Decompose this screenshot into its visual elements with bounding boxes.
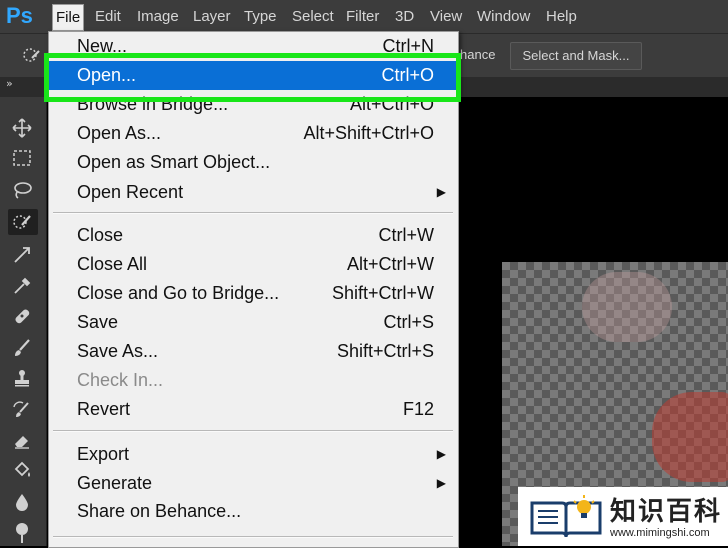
file-menu-dropdown: New... Ctrl+N Open... Ctrl+O Browse in B… (48, 31, 459, 548)
menu-type[interactable]: Type (244, 0, 277, 33)
quick-selection-icon[interactable] (8, 209, 38, 235)
quick-selection-icon[interactable] (22, 46, 42, 70)
paint-bucket-icon[interactable] (8, 457, 38, 483)
menu-view[interactable]: View (430, 0, 462, 33)
brush-icon[interactable] (8, 335, 38, 361)
menu-item-share-on-behance[interactable]: Share on Behance... (49, 497, 458, 526)
menu-item-save[interactable]: Save Ctrl+S (49, 308, 458, 337)
menu-edit[interactable]: Edit (95, 0, 121, 33)
submenu-arrow-icon: ▶ (436, 185, 446, 199)
menu-separator (53, 212, 453, 214)
book-lightbulb-icon (528, 493, 604, 545)
share-behance-partial[interactable]: hance (460, 47, 495, 62)
menu-item-open-recent[interactable]: Open Recent ▶ (49, 178, 458, 207)
photoshop-logo: Ps (6, 3, 33, 28)
menu-separator (53, 536, 453, 538)
menu-file[interactable]: File (52, 4, 85, 31)
eyedropper-icon[interactable] (8, 273, 38, 299)
menu-item-close[interactable]: Close Ctrl+W (49, 221, 458, 250)
menu-item-check-in: Check In... (77, 370, 164, 390)
image-red-region (652, 392, 728, 482)
history-brush-icon[interactable] (8, 397, 38, 423)
image-blur-region (582, 272, 672, 342)
select-and-mask-button[interactable]: Select and Mask... (510, 42, 642, 70)
menu-select[interactable]: Select (292, 0, 334, 33)
watermark-title: 知识百科 (610, 497, 723, 527)
blur-icon[interactable] (8, 489, 38, 515)
tools-panel (0, 97, 47, 546)
submenu-arrow-icon: ▶ (436, 476, 446, 490)
menu-item-generate[interactable]: Generate ▶ (49, 469, 458, 498)
watermark: 知识百科 www.mimingshi.com (518, 487, 728, 546)
move-icon[interactable] (8, 115, 38, 141)
menu-item-save-as[interactable]: Save As... Shift+Ctrl+S (49, 337, 458, 366)
clone-stamp-icon[interactable] (8, 365, 38, 391)
menu-window[interactable]: Window (477, 0, 530, 33)
menu-bar: Ps File Edit Image Layer Type Select Fil… (0, 0, 728, 33)
menu-filter[interactable]: Filter (346, 0, 379, 33)
menu-item-browse-in-bridge[interactable]: Browse in Bridge... Alt+Ctrl+O (49, 90, 458, 119)
watermark-url: www.mimingshi.com (610, 527, 710, 539)
menu-layer[interactable]: Layer (193, 0, 231, 33)
menu-image[interactable]: Image (137, 0, 179, 33)
menu-item-open[interactable]: Open... Ctrl+O (49, 61, 458, 90)
menu-help[interactable]: Help (546, 0, 577, 33)
menu-item-export[interactable]: Export ▶ (49, 440, 458, 469)
lasso-icon[interactable] (8, 177, 38, 203)
menu-3d[interactable]: 3D (395, 0, 414, 33)
healing-brush-icon[interactable] (8, 303, 38, 329)
menu-item-open-as[interactable]: Open As... Alt+Shift+Ctrl+O (49, 119, 458, 148)
menu-separator (53, 430, 453, 432)
menu-item-close-all[interactable]: Close All Alt+Ctrl+W (49, 250, 458, 279)
menu-item-revert[interactable]: Revert F12 (49, 395, 458, 424)
menu-item-close-and-go-to-bridge[interactable]: Close and Go to Bridge... Shift+Ctrl+W (49, 279, 458, 308)
dodge-icon[interactable] (8, 519, 38, 545)
marquee-icon[interactable] (8, 145, 38, 171)
eraser-icon[interactable] (8, 427, 38, 453)
crop-icon[interactable] (8, 242, 38, 268)
collapse-panel-icon[interactable]: » (6, 77, 13, 91)
submenu-arrow-icon: ▶ (436, 447, 446, 461)
menu-item-new[interactable]: New... Ctrl+N (49, 32, 458, 61)
menu-item-open-as-smart-object[interactable]: Open as Smart Object... (49, 148, 458, 177)
